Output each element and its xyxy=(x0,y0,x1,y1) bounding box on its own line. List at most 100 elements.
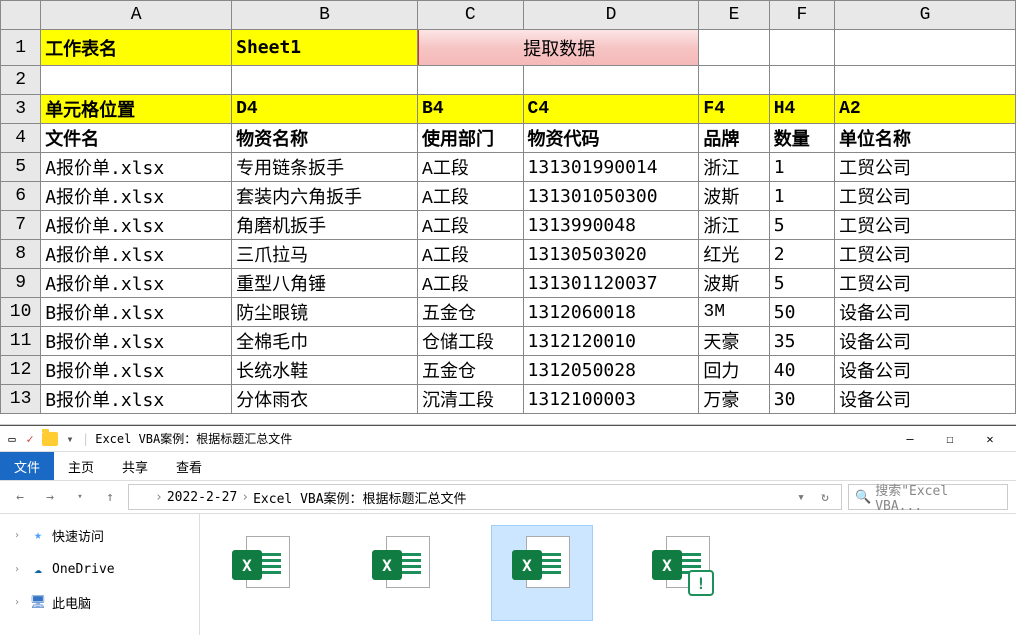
cell-B3[interactable]: D4 xyxy=(232,95,418,124)
cell-C4[interactable]: 使用部门 xyxy=(418,124,524,153)
cell-D4[interactable]: 物资代码 xyxy=(523,124,699,153)
tab-home[interactable]: 主页 xyxy=(54,452,108,480)
cell-E9[interactable]: 波斯 xyxy=(699,269,769,298)
cell-G4[interactable]: 单位名称 xyxy=(835,124,1016,153)
cell-F1[interactable] xyxy=(769,30,834,66)
cell-B7[interactable]: 角磨机扳手 xyxy=(232,211,418,240)
cell-A4[interactable]: 文件名 xyxy=(41,124,232,153)
file-item[interactable]: X xyxy=(492,526,592,620)
row-header-3[interactable]: 3 xyxy=(1,95,41,124)
row-header-1[interactable]: 1 xyxy=(1,30,41,66)
cell-D8[interactable]: 13130503020 xyxy=(523,240,699,269)
cell-D10[interactable]: 1312060018 xyxy=(523,298,699,327)
cell-C10[interactable]: 五金仓 xyxy=(418,298,524,327)
cell-G8[interactable]: 工贸公司 xyxy=(835,240,1016,269)
tab-file[interactable]: 文件 xyxy=(0,452,54,480)
sidebar-this-pc[interactable]: › 🖥 此电脑 xyxy=(0,589,199,616)
refresh-button[interactable]: ↻ xyxy=(815,485,835,509)
nav-back-button[interactable]: ← xyxy=(8,485,32,509)
row-header-2[interactable]: 2 xyxy=(1,66,41,95)
minimize-button[interactable]: — xyxy=(890,427,930,451)
cell-B10[interactable]: 防尘眼镜 xyxy=(232,298,418,327)
cell-A9[interactable]: A报价单.xlsx xyxy=(41,269,232,298)
check-icon[interactable]: ✓ xyxy=(24,433,36,445)
sidebar-quick-access[interactable]: › ★ 快速访问 xyxy=(0,522,199,549)
file-item[interactable]: X xyxy=(212,526,312,620)
cell-E13[interactable]: 万豪 xyxy=(699,385,769,414)
cell-C13[interactable]: 沉清工段 xyxy=(418,385,524,414)
cell-G9[interactable]: 工贸公司 xyxy=(835,269,1016,298)
cell-A12[interactable]: B报价单.xlsx xyxy=(41,356,232,385)
col-header-G[interactable]: G xyxy=(835,1,1016,30)
col-header-A[interactable]: A xyxy=(41,1,232,30)
cell-A8[interactable]: A报价单.xlsx xyxy=(41,240,232,269)
row-header-11[interactable]: 11 xyxy=(1,327,41,356)
cell-F11[interactable]: 35 xyxy=(769,327,834,356)
cell-B11[interactable]: 全棉毛巾 xyxy=(232,327,418,356)
cell-B8[interactable]: 三爪拉马 xyxy=(232,240,418,269)
row-header-12[interactable]: 12 xyxy=(1,356,41,385)
cell-E5[interactable]: 浙江 xyxy=(699,153,769,182)
cell-A13[interactable]: B报价单.xlsx xyxy=(41,385,232,414)
breadcrumb-segment[interactable]: 2022-2-27 xyxy=(167,490,237,505)
file-item[interactable]: X ! xyxy=(632,526,732,620)
cell-E3[interactable]: F4 xyxy=(699,95,769,124)
cell-G6[interactable]: 工贸公司 xyxy=(835,182,1016,211)
cell-A11[interactable]: B报价单.xlsx xyxy=(41,327,232,356)
cell-G11[interactable]: 设备公司 xyxy=(835,327,1016,356)
extract-data-button[interactable]: 提取数据 xyxy=(418,30,699,66)
col-header-E[interactable]: E xyxy=(699,1,769,30)
row-header-4[interactable]: 4 xyxy=(1,124,41,153)
cell-A6[interactable]: A报价单.xlsx xyxy=(41,182,232,211)
cell-E4[interactable]: 品牌 xyxy=(699,124,769,153)
cell-A5[interactable]: A报价单.xlsx xyxy=(41,153,232,182)
cell-C3[interactable]: B4 xyxy=(418,95,524,124)
cell-B1[interactable]: Sheet1 xyxy=(232,30,418,66)
cell-G7[interactable]: 工贸公司 xyxy=(835,211,1016,240)
tab-share[interactable]: 共享 xyxy=(108,452,162,480)
maximize-button[interactable]: ☐ xyxy=(930,427,970,451)
cell-D6[interactable]: 131301050300 xyxy=(523,182,699,211)
cell-F9[interactable]: 5 xyxy=(769,269,834,298)
chevron-right-icon[interactable]: › xyxy=(241,490,249,505)
cell-F12[interactable]: 40 xyxy=(769,356,834,385)
row-header-10[interactable]: 10 xyxy=(1,298,41,327)
sidebar-onedrive[interactable]: › ☁ OneDrive xyxy=(0,557,199,581)
cell-E11[interactable]: 天豪 xyxy=(699,327,769,356)
cell-C9[interactable]: A工段 xyxy=(418,269,524,298)
explorer-titlebar[interactable]: ▭ ✓ ▾ | Excel VBA案例：根据标题汇总文件 — ☐ ✕ xyxy=(0,426,1016,452)
cell-E1[interactable] xyxy=(699,30,769,66)
col-header-B[interactable]: B xyxy=(232,1,418,30)
cell-A2[interactable] xyxy=(41,66,232,95)
col-header-C[interactable]: C xyxy=(418,1,524,30)
cell-E8[interactable]: 红光 xyxy=(699,240,769,269)
cell-F7[interactable]: 5 xyxy=(769,211,834,240)
cell-D2[interactable] xyxy=(523,66,699,95)
cell-E6[interactable]: 波斯 xyxy=(699,182,769,211)
cell-G3[interactable]: A2 xyxy=(835,95,1016,124)
explorer-file-pane[interactable]: X X X X ! xyxy=(200,514,1016,635)
cell-F13[interactable]: 30 xyxy=(769,385,834,414)
cell-F6[interactable]: 1 xyxy=(769,182,834,211)
cell-G1[interactable] xyxy=(835,30,1016,66)
cell-F10[interactable]: 50 xyxy=(769,298,834,327)
cell-F3[interactable]: H4 xyxy=(769,95,834,124)
cell-C8[interactable]: A工段 xyxy=(418,240,524,269)
nav-up-button[interactable]: ↑ xyxy=(98,485,122,509)
cell-A10[interactable]: B报价单.xlsx xyxy=(41,298,232,327)
chevron-right-icon[interactable]: › xyxy=(155,490,163,505)
cell-F4[interactable]: 数量 xyxy=(769,124,834,153)
cell-F5[interactable]: 1 xyxy=(769,153,834,182)
cell-G13[interactable]: 设备公司 xyxy=(835,385,1016,414)
cell-C7[interactable]: A工段 xyxy=(418,211,524,240)
properties-icon[interactable]: ▭ xyxy=(6,433,18,445)
cell-G12[interactable]: 设备公司 xyxy=(835,356,1016,385)
cell-F2[interactable] xyxy=(769,66,834,95)
row-header-7[interactable]: 7 xyxy=(1,211,41,240)
cell-C6[interactable]: A工段 xyxy=(418,182,524,211)
address-bar[interactable]: › 2022-2-27 › Excel VBA案例：根据标题汇总文件 ▾ ↻ xyxy=(128,484,842,510)
qat-dropdown-icon[interactable]: ▾ xyxy=(64,433,76,445)
cell-E12[interactable]: 回力 xyxy=(699,356,769,385)
cell-B9[interactable]: 重型八角锤 xyxy=(232,269,418,298)
cell-C2[interactable] xyxy=(418,66,524,95)
